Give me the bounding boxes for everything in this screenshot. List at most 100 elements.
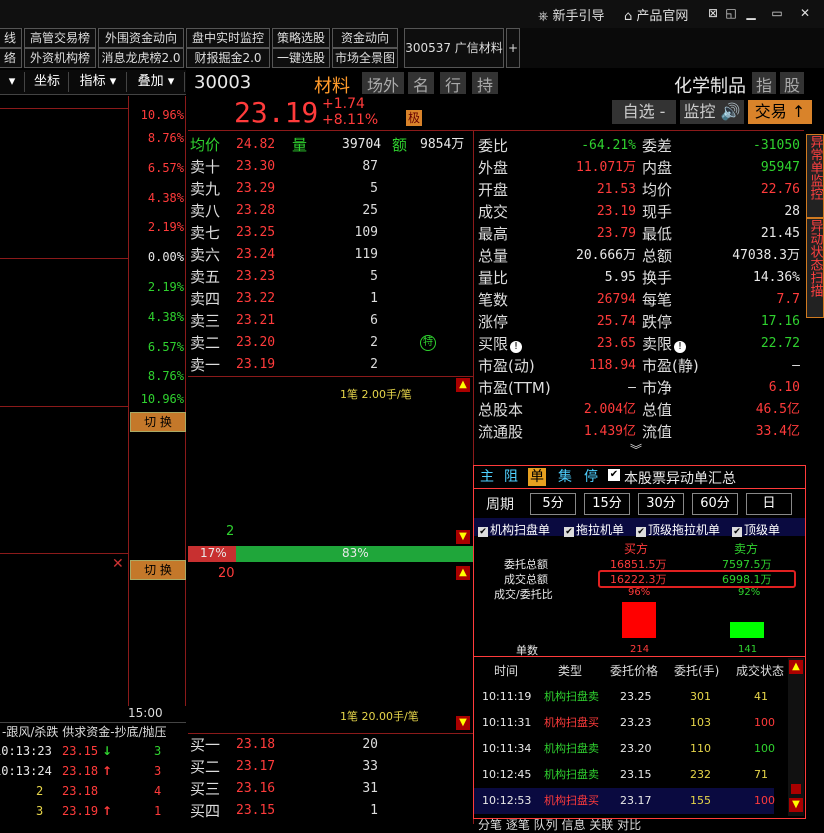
scroll-down-icon[interactable]: ▼: [456, 716, 470, 730]
period-15min[interactable]: 15分: [584, 493, 630, 515]
switch-button-1[interactable]: 切 换: [130, 412, 186, 432]
switch-button-2[interactable]: 切 换: [130, 560, 186, 580]
sell-level-row[interactable]: 卖四 23.22 1: [190, 288, 470, 310]
add-tab-button[interactable]: +: [506, 28, 520, 68]
scroll-thumb[interactable]: [791, 784, 801, 794]
period-day[interactable]: 日: [746, 493, 792, 515]
tab-strategy[interactable]: 策略选股: [272, 28, 330, 48]
sell-level-row[interactable]: 卖七 23.25 109: [190, 222, 470, 244]
level-price: 23.21: [236, 313, 276, 328]
close-x-icon[interactable]: ✕: [112, 556, 124, 572]
tab-one-click[interactable]: 一键选股: [272, 48, 330, 68]
side-tab-scan[interactable]: 异动状态扫描: [806, 218, 824, 318]
order-row[interactable]: 10:11:34 机构扫盘卖 23.20 110 100: [474, 736, 775, 762]
settings-icon[interactable]: ◱: [722, 4, 740, 22]
scroll-up-icon[interactable]: ▲: [456, 566, 470, 580]
sell-count-bar: [730, 622, 764, 638]
restore-icon[interactable]: ▭: [768, 4, 786, 22]
chip-stock[interactable]: 股: [780, 72, 804, 95]
buy-level-row[interactable]: 买四 23.15 1: [190, 800, 470, 822]
order-row[interactable]: 10:11:19 机构扫盘卖 23.25 301 41: [474, 684, 774, 710]
price-change-pct: +8.11%: [322, 112, 379, 128]
tick-panel-tabs[interactable]: -跟风/杀跌 供求资金-抄底/抛压: [2, 723, 167, 740]
sell-level-row[interactable]: 卖六 23.24 119: [190, 244, 470, 266]
minimize-icon[interactable]: ▁: [742, 4, 760, 22]
tick-count: 1: [154, 804, 162, 818]
tab-network[interactable]: 络: [0, 48, 22, 68]
stat-row: 外盘 11.071万: [478, 157, 636, 179]
stat-row: 委比 -64.21%: [478, 135, 636, 157]
sell-level-row[interactable]: 卖八 23.28 25: [190, 200, 470, 222]
trade-button[interactable]: 交易 ↑: [748, 100, 812, 124]
scroll-down-icon[interactable]: ▼: [456, 530, 470, 544]
buy-level-row[interactable]: 买一 23.18 20: [190, 734, 470, 756]
period-30min[interactable]: 30分: [638, 493, 684, 515]
tab-market-panorama[interactable]: 市场全景图: [332, 48, 398, 68]
order-row[interactable]: 10:11:31 机构扫盘买 23.23 103 100: [474, 710, 775, 736]
check-top-tractor[interactable]: ✔ 顶级拖拉机单: [636, 521, 720, 538]
buy-level-row[interactable]: 买二 23.17 33: [190, 756, 470, 778]
sell-level-row[interactable]: 卖五 23.23 5: [190, 266, 470, 288]
panel-tab-resist[interactable]: 阻: [504, 468, 518, 486]
tab-realtime-monitor[interactable]: 盘中实时监控: [186, 28, 270, 48]
panel-tab-orders[interactable]: 单: [528, 468, 546, 486]
tab-exec-trade[interactable]: 高管交易榜: [24, 28, 96, 48]
panel-tab-main[interactable]: 主: [480, 468, 494, 486]
tab-capital-flow[interactable]: 资金动向: [332, 28, 398, 48]
sell-level-row[interactable]: 卖九 23.29 5: [190, 178, 470, 200]
indicator-button[interactable]: 指标 ▾: [70, 72, 127, 92]
chip-hold[interactable]: 持: [472, 72, 498, 95]
chip-offmarket[interactable]: 场外: [362, 72, 404, 95]
stat-label-text: 均价: [642, 181, 673, 199]
side-tab-abnormal[interactable]: 异常单监控: [806, 134, 824, 218]
industry-label[interactable]: 化学制品: [674, 72, 746, 98]
side-tab-label: 异常单监控: [807, 135, 823, 200]
order-row[interactable]: 10:12:45 机构扫盘卖 23.15 232 71: [474, 762, 774, 788]
buy-level-row[interactable]: 买三 23.16 31: [190, 778, 470, 800]
orders-scrollbar[interactable]: ▲ ▼: [788, 658, 804, 816]
scroll-down-icon[interactable]: ▼: [789, 798, 803, 812]
period-5min[interactable]: 5分: [530, 493, 576, 515]
check-top-order[interactable]: ✔ 顶级单: [732, 521, 780, 538]
chip-index[interactable]: 指: [752, 72, 776, 95]
website-link[interactable]: ⌂ 产品官网: [624, 5, 688, 24]
period-60min[interactable]: 60分: [692, 493, 738, 515]
scroll-up-icon[interactable]: ▲: [456, 378, 470, 392]
monitor-button[interactable]: 监控 🔊: [680, 100, 744, 124]
panel-tab-halt[interactable]: 停: [584, 468, 598, 486]
chip-rank[interactable]: 名: [408, 72, 434, 95]
warning-icon[interactable]: !: [510, 341, 523, 353]
chart-toolbar: ▾ 坐标 指标 ▾ 叠加 ▾: [0, 70, 186, 95]
sell-level-row[interactable]: 卖十 23.30 87: [190, 156, 470, 178]
tab-foreign-institutions[interactable]: 外资机构榜: [24, 48, 96, 68]
order-row[interactable]: 10:12:53 机构扫盘买 23.17 155 100: [474, 788, 775, 814]
extreme-badge: 极: [406, 110, 422, 126]
fullscreen-icon[interactable]: ⊠: [704, 4, 722, 22]
overlay-button[interactable]: 叠加 ▾: [128, 72, 185, 92]
dropdown-icon[interactable]: ▾: [0, 72, 25, 92]
bottom-tabs[interactable]: 分笔 逐笔 队列 信息 关联 对比: [478, 816, 641, 833]
close-icon[interactable]: ✕: [796, 4, 814, 22]
sell-level-row[interactable]: 卖一 23.19 2: [190, 354, 470, 376]
level-label: 买三: [190, 780, 221, 798]
tab-chart[interactable]: 线图: [0, 28, 22, 63]
scroll-up-icon[interactable]: ▲: [789, 660, 803, 674]
panel-tab-auction[interactable]: 集: [558, 468, 572, 486]
tab-stock[interactable]: 300537 广信材料: [404, 28, 504, 68]
expand-icon[interactable]: ︾: [630, 441, 642, 458]
sell-level-row[interactable]: 卖三 23.21 6: [190, 310, 470, 332]
checkbox-icon[interactable]: ✔: [608, 469, 620, 481]
stat-value: -31050: [753, 138, 800, 153]
check-institution-sweep[interactable]: ✔ 机构扫盘单: [478, 521, 550, 538]
sell-level-row[interactable]: 卖二 23.20 2 特: [190, 332, 470, 354]
guide-link[interactable]: ⎈ 新手引导: [538, 5, 605, 24]
check-tractor[interactable]: ✔ 拖拉机单: [564, 521, 624, 538]
watchlist-button[interactable]: 自选 -: [612, 100, 676, 124]
chip-industry[interactable]: 行: [440, 72, 466, 95]
coordinate-button[interactable]: 坐标: [26, 72, 69, 92]
tab-news-ranking[interactable]: 消息龙虎榜2.0: [98, 48, 184, 68]
tab-earnings[interactable]: 财报掘金2.0: [186, 48, 270, 68]
intraday-chart[interactable]: 10.96% 8.76% 6.57% 4.38% 2.19% 0.00% 2.1…: [0, 96, 186, 720]
warning-icon[interactable]: !: [674, 341, 687, 353]
tab-foreign-flow[interactable]: 外围资金动向: [98, 28, 184, 48]
